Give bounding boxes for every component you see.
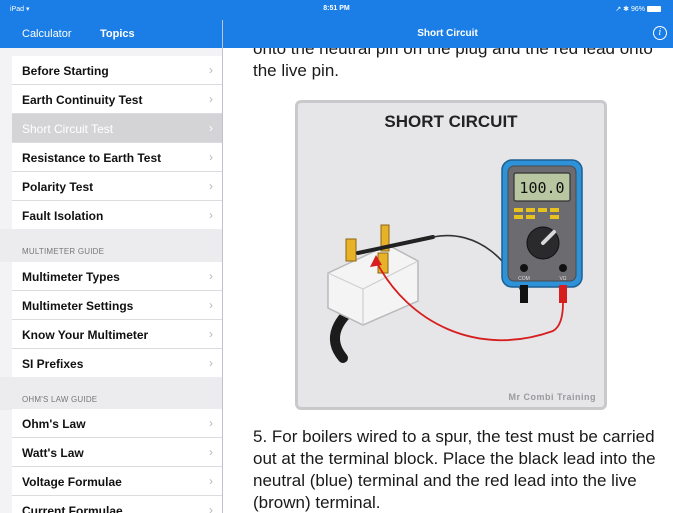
com-label: COM (518, 276, 530, 282)
chevron-right-icon: › (209, 356, 213, 370)
chevron-right-icon: › (209, 92, 213, 106)
sidebar-item-fault-isolation[interactable]: Fault Isolation › (12, 201, 222, 230)
sidebar-item-multimeter-types[interactable]: Multimeter Types › (12, 262, 222, 291)
diagram-illustration: 100.0 COM VΩ (327, 159, 583, 363)
instruction-text-bottom: 5. For boilers wired to a spur, the test… (253, 427, 656, 512)
status-bar: iPad ▾ 8:51 PM ↗ ✱ 96% (0, 0, 673, 20)
chevron-right-icon: › (209, 208, 213, 222)
main-content: onto the neutral pin on the plug and the… (223, 48, 673, 513)
v-socket (559, 264, 567, 272)
sidebar-item-label: SI Prefixes (22, 357, 84, 371)
sidebar-item-label: Know Your Multimeter (22, 328, 149, 342)
chevron-right-icon: › (209, 445, 213, 459)
v-label: VΩ (559, 276, 566, 282)
sidebar-item-label: Voltage Formulae (22, 475, 122, 489)
sidebar-item-before-starting[interactable]: Before Starting › (12, 56, 222, 85)
sidebar-item-label: Polarity Test (22, 180, 94, 194)
neutral-pin (345, 238, 357, 262)
plug-icon (327, 244, 419, 326)
sidebar-item-label: Resistance to Earth Test (22, 151, 162, 165)
section-header-label: MULTIMETER GUIDE (22, 247, 105, 256)
sidebar-item-label: Current Formulae (22, 504, 123, 513)
chevron-right-icon: › (209, 503, 213, 513)
display-reading: 100.0 (519, 179, 564, 197)
sidebar-item-watts-law[interactable]: Watt's Law › (12, 438, 222, 467)
chevron-right-icon: › (209, 121, 213, 135)
diagram-title: SHORT CIRCUIT (384, 112, 518, 131)
top-bar: iPad ▾ 8:51 PM ↗ ✱ 96% Calculator Topics… (0, 0, 673, 48)
chevron-right-icon: › (209, 269, 213, 283)
sidebar-item-label: Earth Continuity Test (22, 93, 143, 107)
sidebar-item-polarity-test[interactable]: Polarity Test › (12, 172, 222, 201)
sidebar-item-earth-continuity-test[interactable]: Earth Continuity Test › (12, 85, 222, 114)
sidebar-nav-bar: Calculator Topics (0, 20, 222, 48)
sidebar-item-label: Multimeter Settings (22, 299, 134, 313)
sidebar: Before Starting › Earth Continuity Test … (0, 48, 222, 513)
info-icon[interactable]: i (653, 26, 667, 40)
red-lead-plug (559, 285, 567, 303)
sidebar-item-multimeter-settings[interactable]: Multimeter Settings › (12, 291, 222, 320)
chevron-right-icon: › (209, 474, 213, 488)
short-circuit-diagram: 100.0 COM VΩ SHORT CIRCUIT Mr Combi Trai… (295, 100, 607, 410)
chevron-right-icon: › (209, 63, 213, 77)
black-lead-plug (520, 285, 528, 303)
chevron-right-icon: › (209, 179, 213, 193)
section-header-ohms-law-guide: OHM'S LAW GUIDE (0, 377, 222, 410)
chevron-right-icon: › (209, 327, 213, 341)
instruction-text-top: onto the neutral pin on the plug and the… (253, 48, 653, 80)
sidebar-item-label: Fault Isolation (22, 209, 104, 223)
battery-icon (647, 6, 661, 12)
sidebar-item-voltage-formulae[interactable]: Voltage Formulae › (12, 467, 222, 496)
section-header-label: OHM'S LAW GUIDE (22, 395, 98, 404)
sidebar-item-label: Multimeter Types (22, 270, 120, 284)
sidebar-item-label: Before Starting (22, 64, 109, 78)
battery-label: ↗ ✱ 96% (615, 6, 645, 13)
sidebar-item-si-prefixes[interactable]: SI Prefixes › (12, 349, 222, 378)
sidebar-item-short-circuit-test[interactable]: Short Circuit Test › (12, 114, 222, 143)
diagram-credit: Mr Combi Training (508, 392, 596, 402)
page-title: Short Circuit (417, 28, 478, 39)
status-right: ↗ ✱ 96% (615, 5, 661, 13)
sidebar-item-current-formulae[interactable]: Current Formulae › (12, 496, 222, 513)
calculator-button[interactable]: Calculator (22, 28, 72, 40)
topics-button[interactable]: Topics (100, 28, 135, 40)
chevron-right-icon: › (209, 298, 213, 312)
chevron-right-icon: › (209, 416, 213, 430)
sidebar-item-resistance-to-earth-test[interactable]: Resistance to Earth Test › (12, 143, 222, 172)
chevron-right-icon: › (209, 150, 213, 164)
sidebar-item-label: Ohm's Law (22, 417, 86, 431)
sidebar-item-know-your-multimeter[interactable]: Know Your Multimeter › (12, 320, 222, 349)
status-time: 8:51 PM (323, 5, 350, 12)
sidebar-item-label: Watt's Law (22, 446, 84, 460)
sidebar-item-ohms-law[interactable]: Ohm's Law › (12, 409, 222, 438)
section-header-multimeter-guide: MULTIMETER GUIDE (0, 229, 222, 262)
sidebar-item-label: Short Circuit Test (22, 122, 114, 136)
com-socket (520, 264, 528, 272)
